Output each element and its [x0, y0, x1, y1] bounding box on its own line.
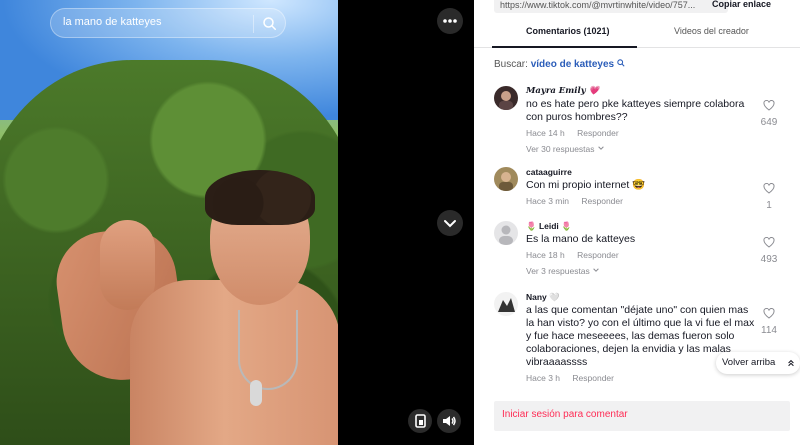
- more-options-button[interactable]: [437, 8, 463, 34]
- search-small-icon: [617, 59, 625, 67]
- chevron-down-icon: [593, 268, 599, 272]
- search-link[interactable]: vídeo de katteyes: [531, 59, 614, 70]
- reply-button[interactable]: Responder: [572, 373, 614, 383]
- avatar[interactable]: [494, 292, 518, 316]
- comment-username[interactable]: Nany 🤍: [526, 292, 756, 303]
- volume-icon: [443, 416, 456, 426]
- tab-comments[interactable]: Comentarios (1021): [526, 26, 610, 36]
- login-to-comment-button[interactable]: Iniciar sesión para comentar: [494, 401, 790, 431]
- avatar[interactable]: [494, 86, 518, 110]
- comment-text: Es la mano de katteyes: [526, 233, 636, 245]
- view-replies-label: Ver 30 respuestas: [526, 144, 595, 154]
- tiktok-video-page: la mano de katteyes https://www.tiktok.c…: [0, 0, 800, 445]
- comment-item: cataaguirre Con mi propio internet 🤓 Hac…: [494, 167, 794, 212]
- comment-body: 🌷 Leidi 🌷 Es la mano de katteyes Hace 18…: [526, 221, 756, 276]
- comment-time: Hace 14 h: [526, 128, 565, 138]
- chevron-down-icon: [444, 220, 456, 228]
- like-button[interactable]: 1: [754, 181, 784, 211]
- double-chevron-up-icon: [788, 359, 794, 367]
- scroll-to-top-label: Volver arriba: [722, 357, 776, 368]
- chevron-down-icon: [598, 146, 604, 150]
- like-count: 114: [761, 325, 777, 336]
- comment-item: Nany 🤍 a las que comentan "déjate uno" c…: [494, 292, 794, 392]
- comment-item: Mayra Emily 💗 no es hate pero pke kattey…: [494, 86, 794, 156]
- copy-link-button[interactable]: Copiar enlace: [712, 0, 771, 9]
- like-count: 493: [760, 254, 778, 265]
- pip-button[interactable]: [408, 409, 432, 433]
- comment-time: Hace 3 h: [526, 373, 561, 383]
- comment-time: Hace 3 min: [526, 196, 569, 206]
- video-search-bar[interactable]: la mano de katteyes: [50, 8, 286, 38]
- video-url[interactable]: https://www.tiktok.com/@mvrtinwhite/vide…: [500, 0, 700, 10]
- comment-text: no es hate pero pke katteyes siempre col…: [526, 98, 745, 123]
- reply-button[interactable]: Responder: [581, 196, 623, 206]
- comment-meta: Hace 3 h Responder: [526, 373, 756, 383]
- person-pendant: [250, 380, 262, 406]
- active-tab-underline: [492, 46, 637, 48]
- next-video-button[interactable]: [437, 210, 463, 236]
- view-replies[interactable]: Ver 30 respuestas: [526, 144, 756, 154]
- like-button[interactable]: 649: [754, 98, 784, 128]
- search-icon[interactable]: [261, 15, 279, 33]
- login-to-comment-label: Iniciar sesión para comentar: [502, 409, 628, 420]
- comment-item: 🌷 Leidi 🌷 Es la mano de katteyes Hace 18…: [494, 221, 794, 283]
- heart-icon: [763, 99, 775, 111]
- reply-button[interactable]: Responder: [577, 250, 619, 260]
- person-hair: [205, 170, 315, 225]
- comment-search-row: Buscar: vídeo de katteyes: [494, 59, 625, 70]
- comment-time: Hace 18 h: [526, 250, 565, 260]
- comment-body: Mayra Emily 💗 no es hate pero pke kattey…: [526, 86, 756, 154]
- tab-creator-videos[interactable]: Videos del creador: [674, 26, 749, 36]
- comment-text: Con mi propio internet 🤓: [526, 179, 646, 191]
- url-bar[interactable]: https://www.tiktok.com/@mvrtinwhite/vide…: [494, 0, 728, 13]
- reply-button[interactable]: Responder: [577, 128, 619, 138]
- avatar[interactable]: [494, 221, 518, 245]
- video-player[interactable]: la mano de katteyes: [0, 0, 338, 445]
- video-search-text[interactable]: la mano de katteyes: [63, 16, 161, 28]
- heart-icon: [763, 307, 775, 319]
- comment-username[interactable]: Mayra Emily 💗: [526, 86, 756, 97]
- heart-icon: [763, 182, 775, 194]
- comment-username[interactable]: 🌷 Leidi 🌷: [526, 221, 756, 232]
- search-divider: [253, 15, 254, 33]
- person-torso: [130, 280, 338, 445]
- scroll-to-top-button[interactable]: Volver arriba: [716, 352, 800, 374]
- comment-username[interactable]: cataaguirre: [526, 167, 756, 178]
- avatar[interactable]: [494, 167, 518, 191]
- like-button[interactable]: 114: [754, 306, 784, 336]
- view-replies[interactable]: Ver 3 respuestas: [526, 266, 756, 276]
- person-chain: [238, 310, 298, 390]
- volume-button[interactable]: [437, 409, 461, 433]
- tab-bar: Comentarios (1021) Videos del creador: [474, 18, 800, 48]
- heart-icon: [763, 236, 775, 248]
- like-button[interactable]: 493: [754, 235, 784, 265]
- comment-meta: Hace 3 min Responder: [526, 196, 756, 206]
- comment-body: cataaguirre Con mi propio internet 🤓 Hac…: [526, 167, 756, 206]
- search-prefix: Buscar:: [494, 59, 528, 70]
- more-dots-icon: [443, 19, 457, 23]
- view-replies-label: Ver 3 respuestas: [526, 266, 590, 276]
- like-count: 1: [766, 200, 772, 211]
- comments-panel: https://www.tiktok.com/@mvrtinwhite/vide…: [474, 0, 800, 445]
- video-person: [50, 170, 338, 445]
- comment-meta: Hace 14 h Responder: [526, 128, 756, 138]
- like-count: 649: [760, 117, 778, 128]
- pip-icon: [415, 414, 426, 428]
- comment-meta: Hace 18 h Responder: [526, 250, 756, 260]
